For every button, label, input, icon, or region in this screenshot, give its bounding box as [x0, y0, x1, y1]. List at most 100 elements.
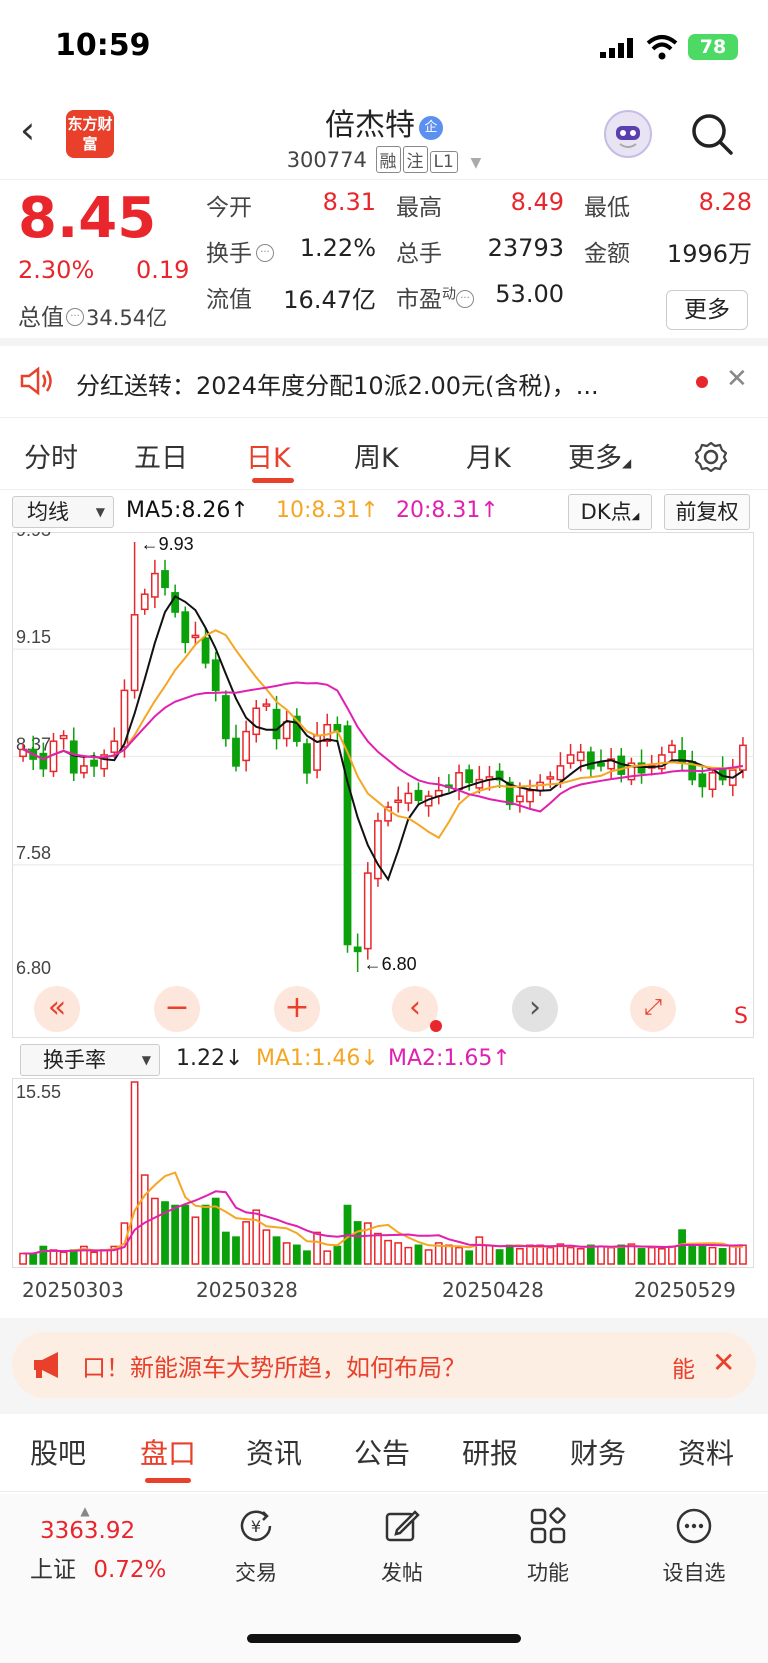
turnover-bar	[455, 1246, 463, 1265]
candle	[384, 801, 392, 827]
candle	[445, 774, 453, 793]
chevron-down-icon: ▼	[95, 505, 105, 519]
index-ticker[interactable]: ▲ 3363.92 上证 0.72%	[20, 1504, 190, 1584]
tab-guba[interactable]: 股吧	[30, 1432, 86, 1472]
turnover-bar	[130, 1081, 139, 1265]
tab-research[interactable]: 研报	[462, 1432, 518, 1472]
turnover-bar	[607, 1246, 616, 1265]
candle	[434, 776, 443, 805]
turnover-bar	[526, 1244, 534, 1265]
stock-name: 倍杰特企	[0, 100, 768, 144]
fullscreen-icon[interactable]: ⤢	[630, 986, 676, 1032]
candle	[495, 763, 504, 788]
tag-zhu: 注	[402, 146, 428, 173]
info-icon[interactable]: ···	[256, 244, 274, 262]
info-icon[interactable]: ···	[66, 308, 84, 326]
gear-icon[interactable]	[694, 440, 728, 474]
turnover-bar	[586, 1244, 595, 1265]
nav-trade[interactable]: ¥ 交易	[206, 1506, 306, 1587]
total-value-label: 总值	[18, 305, 64, 331]
scroll-left-fast-button[interactable]: «	[34, 986, 80, 1032]
tab-more[interactable]: 更多◢	[568, 436, 631, 475]
trade-icon: ¥	[240, 1510, 272, 1542]
turnover-bar	[262, 1229, 271, 1265]
x-tick-label: 20250428	[442, 1278, 544, 1302]
assistant-robot-icon[interactable]	[604, 110, 652, 158]
tab-daily-k[interactable]: 日K	[246, 436, 291, 475]
turnover-bar	[221, 1231, 230, 1265]
nav-post[interactable]: 发帖	[352, 1506, 452, 1587]
candle	[394, 786, 403, 813]
pe-value: 53.00	[495, 280, 564, 308]
tab-news[interactable]: 资讯	[246, 1432, 302, 1472]
turnover-bar	[59, 1251, 68, 1265]
high-annotation: ←9.93	[141, 534, 194, 554]
tab-announcements[interactable]: 公告	[354, 1432, 410, 1472]
nav-functions[interactable]: 功能	[498, 1506, 598, 1587]
tag-l1: L1	[429, 151, 458, 173]
period-tabs: 分时 五日 日K 周K 月K 更多◢	[0, 418, 768, 490]
candle	[455, 764, 463, 801]
turnover-bar	[201, 1204, 210, 1265]
more-button[interactable]: 更多	[666, 290, 748, 330]
turnover-bar	[718, 1248, 727, 1265]
zoom-in-button[interactable]: +	[274, 986, 320, 1032]
turnover-bar	[191, 1216, 200, 1265]
zoom-out-button[interactable]: −	[154, 986, 200, 1032]
indicator-select[interactable]: 换手率 ▼	[20, 1044, 160, 1076]
turnover-bar	[69, 1249, 78, 1265]
search-icon[interactable]	[690, 112, 734, 156]
nav-add-watchlist[interactable]: 设自选	[644, 1506, 744, 1587]
candle	[252, 699, 261, 743]
dk-point-button[interactable]: DK点◢	[568, 494, 652, 530]
tab-pankou[interactable]: 盘口	[140, 1432, 196, 1472]
forward-adjust-button[interactable]: 前复权	[664, 494, 750, 530]
status-bar: 10:59 78	[0, 0, 768, 92]
turnover-bar	[505, 1244, 514, 1265]
turnover-bar	[739, 1244, 747, 1265]
turnover-bar	[292, 1244, 301, 1265]
close-icon[interactable]: ✕	[712, 1346, 735, 1379]
candle	[242, 720, 251, 772]
dropdown-caret-icon: ▼	[470, 155, 482, 171]
candle	[657, 746, 666, 775]
active-tab-underline	[145, 1478, 191, 1483]
y-tick-label: 6.80	[16, 958, 51, 978]
tab-intraday[interactable]: 分时	[24, 436, 78, 475]
tab-weekly-k[interactable]: 周K	[354, 436, 399, 475]
turnover-bar	[617, 1244, 626, 1265]
close-icon[interactable]: ✕	[726, 364, 748, 394]
stock-code-row[interactable]: 300774 融注 L1 ▼	[0, 146, 768, 173]
turnover-rate-value: 1.22↓	[176, 1046, 244, 1071]
scroll-right-button[interactable]: ›	[512, 986, 558, 1032]
ma-select[interactable]: 均线 ▼	[12, 496, 114, 528]
candle	[586, 746, 595, 777]
tab-finance[interactable]: 财务	[570, 1432, 626, 1472]
candlestick-chart[interactable]: 9.939.158.377.586.80←9.93←6.80	[12, 532, 754, 1038]
ad-banner[interactable]: 口！新能源车大势所趋，如何布局？ 能 ✕	[12, 1332, 756, 1398]
turnover-bar	[698, 1245, 707, 1265]
turnover-bar	[333, 1245, 342, 1265]
turnover-chart[interactable]: 15.55	[12, 1078, 754, 1268]
y-tick-label: 9.93	[16, 532, 51, 540]
total-value: 34.54亿	[86, 306, 168, 330]
ad-banner-text: 口！新能源车大势所趋，如何布局？	[82, 1354, 466, 1382]
tab-monthly-k[interactable]: 月K	[466, 436, 511, 475]
turnover-bar	[171, 1204, 180, 1265]
candle	[627, 757, 636, 786]
x-tick-label: 20250303	[22, 1278, 124, 1302]
candle	[80, 754, 88, 779]
volume-indicator-row: 换手率 ▼ 1.22↓ MA1:1.46↓ MA2:1.65↑	[0, 1042, 768, 1078]
x-tick-label: 20250328	[196, 1278, 298, 1302]
battery-indicator: 78	[688, 34, 738, 60]
amount-label: 金额	[584, 241, 630, 267]
low-value: 8.28	[698, 188, 752, 216]
info-icon[interactable]: ···	[456, 290, 474, 308]
dividend-notice[interactable]: 分红送转：2024年度分配10派2.00元(含税)，... ✕	[0, 346, 768, 418]
latest-dot	[430, 1020, 442, 1032]
stock-name-text: 倍杰特	[325, 108, 415, 143]
tab-profile[interactable]: 资料	[678, 1432, 734, 1472]
tab-five-day[interactable]: 五日	[134, 436, 188, 475]
turnover-bar	[475, 1236, 484, 1265]
turnover-bar	[637, 1248, 646, 1265]
